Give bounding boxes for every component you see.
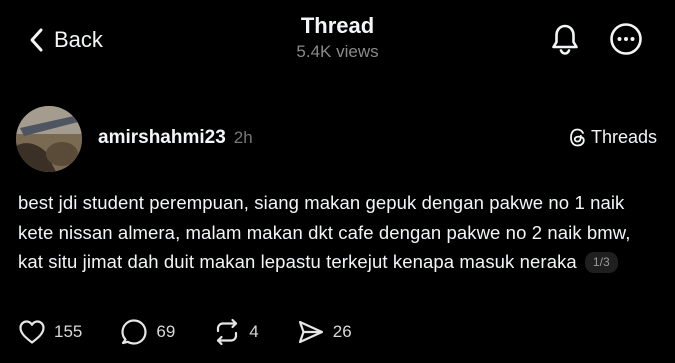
repost-button[interactable]: 4 xyxy=(213,318,259,346)
like-count: 155 xyxy=(54,322,83,341)
repost-icon xyxy=(217,318,238,346)
post-text-block: best jdi student perempuan, siang makan … xyxy=(18,188,658,277)
post-header: amirshahmi23 2h xyxy=(98,127,253,149)
notifications-button[interactable] xyxy=(548,22,582,56)
like-button[interactable]: 155 xyxy=(18,319,82,345)
post-time: 2h xyxy=(233,128,253,147)
comment-icon xyxy=(121,319,147,345)
username[interactable]: amirshahmi23 xyxy=(98,127,226,149)
share-count: 26 xyxy=(332,322,352,341)
post-actions: 155 69 4 26 xyxy=(18,318,390,346)
threads-brand-label: Threads xyxy=(590,127,657,147)
threads-logo-icon xyxy=(570,128,585,147)
heart-icon xyxy=(19,320,45,344)
bell-icon xyxy=(552,24,578,55)
reply-button[interactable]: 69 xyxy=(120,318,175,346)
send-icon xyxy=(298,320,323,344)
top-bar: Back Thread 5.4K views xyxy=(0,0,675,80)
share-button[interactable]: 26 xyxy=(297,319,352,345)
post-text: best jdi student perempuan, siang makan … xyxy=(18,192,631,272)
avatar-image xyxy=(16,106,82,172)
reply-count: 69 xyxy=(156,322,176,341)
thread-page-indicator: 1/3 xyxy=(584,252,618,273)
threads-brand: Threads xyxy=(569,127,657,148)
more-options-button[interactable] xyxy=(609,22,643,56)
repost-count: 4 xyxy=(249,322,259,341)
more-horizontal-icon xyxy=(610,23,642,55)
avatar[interactable] xyxy=(16,106,82,172)
